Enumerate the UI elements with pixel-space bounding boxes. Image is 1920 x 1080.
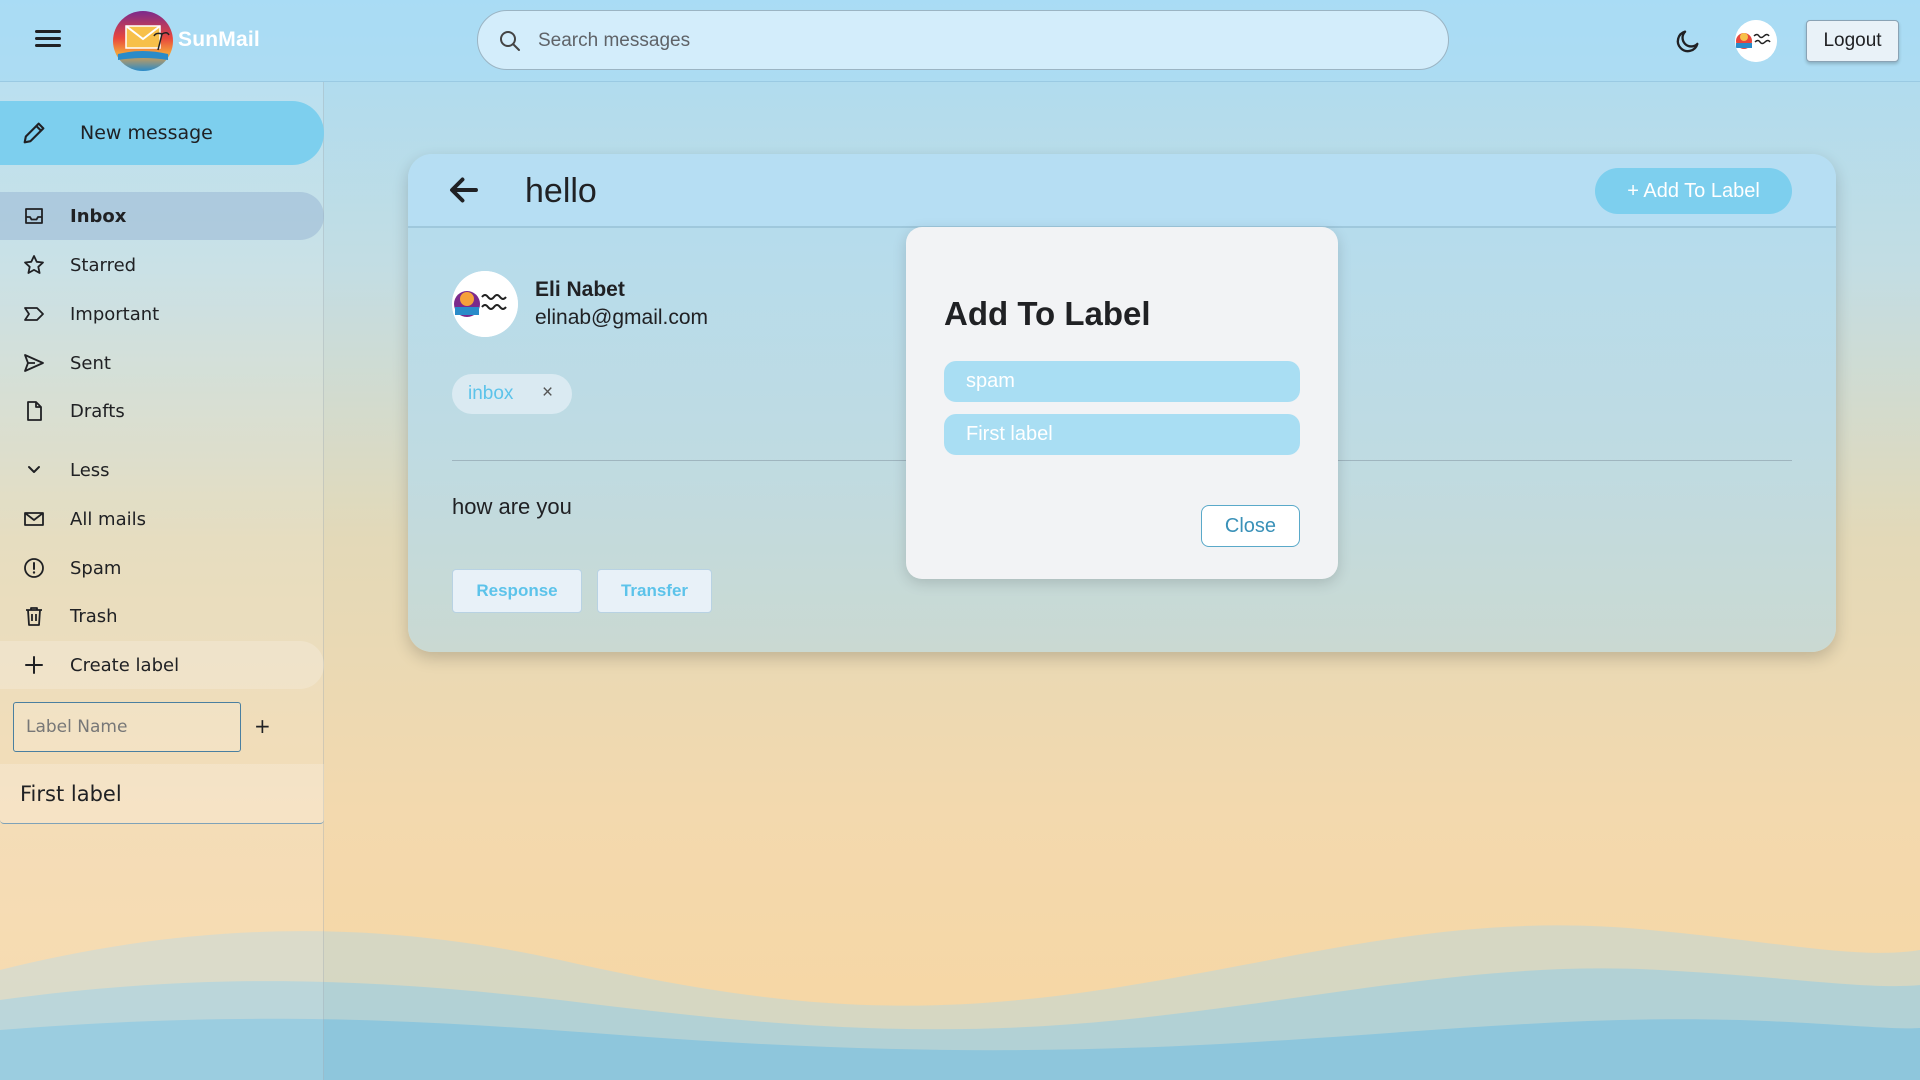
avatar-logo-icon (1735, 20, 1777, 62)
add-label-button[interactable]: + (254, 714, 271, 738)
transfer-button[interactable]: Transfer (597, 569, 712, 613)
sidebar-user-label[interactable]: First label (0, 764, 324, 824)
sidebar-item-label: Spam (70, 558, 122, 579)
sunmail-logo-icon[interactable] (112, 10, 174, 72)
sidebar-item-inbox[interactable]: Inbox (0, 192, 324, 240)
add-to-label-button[interactable]: + Add To Label (1595, 168, 1792, 214)
chevron-down-icon (28, 466, 40, 473)
label-option-text: spam (966, 370, 1015, 392)
mail-icon (24, 512, 44, 526)
sidebar-item-label: All mails (70, 509, 146, 530)
label-name-input[interactable] (13, 702, 241, 752)
star-icon (24, 255, 44, 274)
sidebar: New message Inbox Starred Important Sent… (0, 82, 324, 1080)
sidebar-item-label: Sent (70, 353, 111, 374)
remove-label-button[interactable]: × (542, 382, 553, 404)
important-icon (24, 307, 44, 321)
sidebar-item-label: Inbox (70, 206, 127, 227)
sidebar-item-label: Drafts (70, 401, 125, 422)
label-chip-text: inbox (468, 383, 514, 404)
label-chip-inbox: inbox × (452, 374, 572, 414)
search-icon (500, 31, 520, 51)
top-bar: SunMail Logout (0, 0, 1920, 82)
sidebar-item-label: Less (70, 460, 110, 481)
draft-icon (27, 401, 42, 421)
close-button[interactable]: Close (1201, 505, 1300, 547)
sidebar-item-label: Important (70, 304, 160, 325)
search-input[interactable] (538, 23, 1418, 59)
logout-button[interactable]: Logout (1806, 20, 1899, 62)
email-header: hello + Add To Label (408, 154, 1836, 228)
inbox-icon (25, 208, 43, 224)
plus-icon (25, 656, 43, 674)
sidebar-item-label: Create label (70, 655, 180, 676)
sidebar-item-drafts[interactable]: Drafts (0, 387, 324, 435)
sender-avatar (452, 271, 518, 337)
pencil-icon (23, 122, 45, 144)
back-arrow-icon[interactable] (446, 172, 482, 208)
spam-icon (24, 558, 44, 578)
user-label-name: First label (20, 782, 122, 806)
sender-logo-icon (452, 271, 518, 337)
sidebar-item-less[interactable]: Less (0, 446, 324, 494)
sidebar-item-spam[interactable]: Spam (0, 544, 324, 592)
dark-mode-moon-icon[interactable] (1674, 27, 1702, 55)
new-message-label: New message (80, 122, 213, 144)
sender-name: Eli Nabet (535, 278, 625, 301)
app-name: SunMail (178, 28, 260, 51)
send-icon (24, 354, 44, 372)
sender-email: elinab@gmail.com (535, 306, 709, 329)
dialog-title: Add To Label (944, 295, 1151, 332)
email-body: how are you (452, 494, 572, 519)
sidebar-item-trash[interactable]: Trash (0, 592, 324, 640)
label-option-text: First label (966, 423, 1053, 445)
sidebar-item-create-label[interactable]: Create label (0, 641, 324, 689)
menu-icon[interactable] (30, 26, 66, 56)
user-avatar[interactable] (1735, 20, 1777, 62)
trash-icon (26, 607, 42, 626)
label-option-first-label[interactable]: First label (944, 414, 1300, 455)
sidebar-item-sent[interactable]: Sent (0, 339, 324, 387)
sidebar-item-label: Trash (70, 606, 118, 627)
add-to-label-dialog: Add To Label spam First label Close (906, 227, 1338, 579)
sidebar-item-all-mails[interactable]: All mails (0, 495, 324, 543)
new-message-button[interactable]: New message (0, 101, 324, 165)
label-option-spam[interactable]: spam (944, 361, 1300, 402)
search-bar[interactable] (477, 10, 1449, 70)
email-subject: hello (525, 172, 597, 210)
sidebar-item-important[interactable]: Important (0, 290, 324, 338)
sidebar-item-starred[interactable]: Starred (0, 241, 324, 289)
sidebar-item-label: Starred (70, 255, 137, 276)
response-button[interactable]: Response (452, 569, 582, 613)
